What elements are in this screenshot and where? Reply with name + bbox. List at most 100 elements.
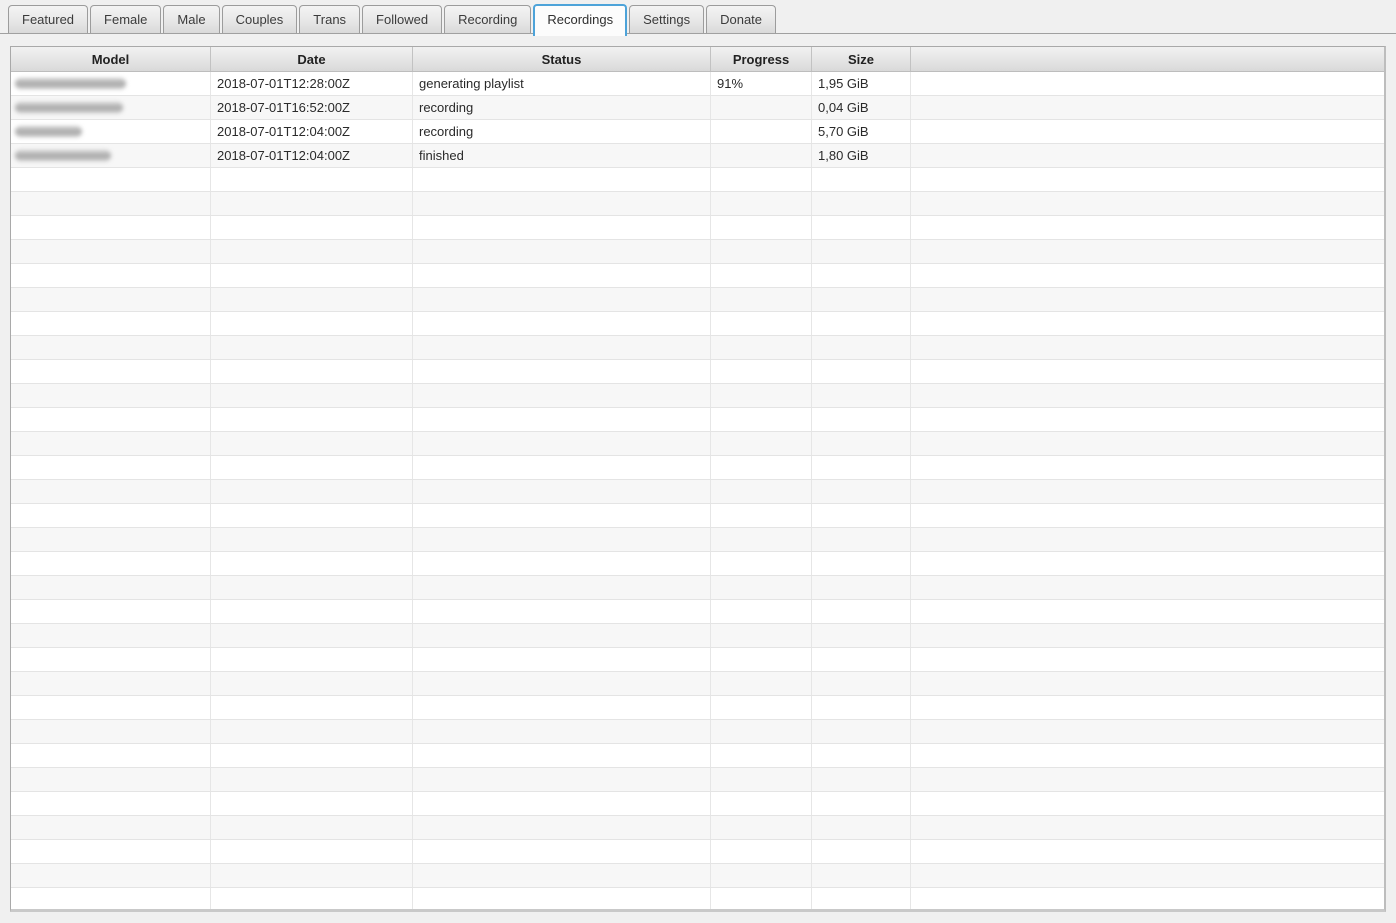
table-row[interactable] [11, 408, 1384, 432]
cell-extra [911, 168, 1384, 191]
cell-progress [711, 720, 812, 743]
table-row[interactable] [11, 768, 1384, 792]
cell-extra [911, 288, 1384, 311]
table-row[interactable] [11, 384, 1384, 408]
cell-date: 2018-07-01T12:28:00Z [211, 72, 413, 95]
tab-settings[interactable]: Settings [629, 5, 704, 33]
table-row[interactable] [11, 672, 1384, 696]
table-row[interactable] [11, 792, 1384, 816]
table-row[interactable] [11, 600, 1384, 624]
cell-progress [711, 840, 812, 863]
table-row[interactable] [11, 336, 1384, 360]
table-row[interactable] [11, 240, 1384, 264]
table-row[interactable] [11, 288, 1384, 312]
column-header-size[interactable]: Size [812, 47, 911, 71]
table-row[interactable] [11, 864, 1384, 888]
table-row[interactable] [11, 816, 1384, 840]
table-row[interactable] [11, 840, 1384, 864]
cell-date [211, 168, 413, 191]
cell-model [11, 552, 211, 575]
tab-male[interactable]: Male [163, 5, 219, 33]
cell-extra [911, 720, 1384, 743]
cell-extra [911, 744, 1384, 767]
tab-recordings[interactable]: Recordings [533, 4, 627, 36]
table-row[interactable] [11, 888, 1384, 912]
tab-followed[interactable]: Followed [362, 5, 442, 33]
tab-trans[interactable]: Trans [299, 5, 360, 33]
table-row[interactable] [11, 504, 1384, 528]
cell-size [812, 552, 911, 575]
table-body: 2018-07-01T12:28:00Z generating playlist… [11, 72, 1384, 912]
cell-extra [911, 648, 1384, 671]
table-row[interactable] [11, 744, 1384, 768]
cell-date [211, 288, 413, 311]
cell-size [812, 240, 911, 263]
column-header-model[interactable]: Model [11, 47, 211, 71]
table-row[interactable] [11, 312, 1384, 336]
tab-recording[interactable]: Recording [444, 5, 531, 33]
table-row[interactable] [11, 168, 1384, 192]
cell-date [211, 312, 413, 335]
tab-donate[interactable]: Donate [706, 5, 776, 33]
table-row[interactable] [11, 432, 1384, 456]
cell-extra [911, 336, 1384, 359]
cell-extra [911, 840, 1384, 863]
cell-progress [711, 240, 812, 263]
tab-female[interactable]: Female [90, 5, 161, 33]
cell-extra [911, 672, 1384, 695]
table-row[interactable] [11, 456, 1384, 480]
column-header-progress[interactable]: Progress [711, 47, 812, 71]
cell-date [211, 576, 413, 599]
table-row[interactable] [11, 552, 1384, 576]
cell-model [11, 744, 211, 767]
cell-size [812, 672, 911, 695]
cell-model [11, 168, 211, 191]
cell-status [413, 312, 711, 335]
column-header-date[interactable]: Date [211, 47, 413, 71]
cell-size [812, 408, 911, 431]
cell-model [11, 600, 211, 623]
table-row[interactable] [11, 528, 1384, 552]
table-row[interactable] [11, 720, 1384, 744]
cell-progress [711, 576, 812, 599]
table-row[interactable] [11, 696, 1384, 720]
cell-date [211, 384, 413, 407]
cell-status [413, 456, 711, 479]
cell-date [211, 360, 413, 383]
cell-model [11, 672, 211, 695]
table-row[interactable]: 2018-07-01T12:04:00Z recording 5,70 GiB [11, 120, 1384, 144]
table-row[interactable] [11, 264, 1384, 288]
cell-extra [911, 552, 1384, 575]
table-row[interactable]: 2018-07-01T16:52:00Z recording 0,04 GiB [11, 96, 1384, 120]
cell-model [11, 144, 211, 167]
column-header-status[interactable]: Status [413, 47, 711, 71]
cell-size: 5,70 GiB [812, 120, 911, 143]
cell-progress [711, 744, 812, 767]
cell-status [413, 360, 711, 383]
cell-size: 1,80 GiB [812, 144, 911, 167]
table-row[interactable] [11, 360, 1384, 384]
table-row[interactable] [11, 480, 1384, 504]
cell-progress [711, 264, 812, 287]
cell-extra [911, 888, 1384, 911]
cell-status [413, 408, 711, 431]
table-row[interactable]: 2018-07-01T12:04:00Z finished 1,80 GiB [11, 144, 1384, 168]
cell-status [413, 264, 711, 287]
cell-model [11, 360, 211, 383]
table-row[interactable] [11, 216, 1384, 240]
tab-featured[interactable]: Featured [8, 5, 88, 33]
table-row[interactable] [11, 192, 1384, 216]
cell-progress [711, 696, 812, 719]
cell-model [11, 480, 211, 503]
cell-progress [711, 432, 812, 455]
cell-status [413, 216, 711, 239]
cell-date: 2018-07-01T12:04:00Z [211, 144, 413, 167]
tab-couples[interactable]: Couples [222, 5, 298, 33]
table-row[interactable] [11, 576, 1384, 600]
table-row[interactable] [11, 648, 1384, 672]
cell-size [812, 792, 911, 815]
table-row[interactable]: 2018-07-01T12:28:00Z generating playlist… [11, 72, 1384, 96]
cell-extra [911, 192, 1384, 215]
table-row[interactable] [11, 624, 1384, 648]
cell-status [413, 192, 711, 215]
